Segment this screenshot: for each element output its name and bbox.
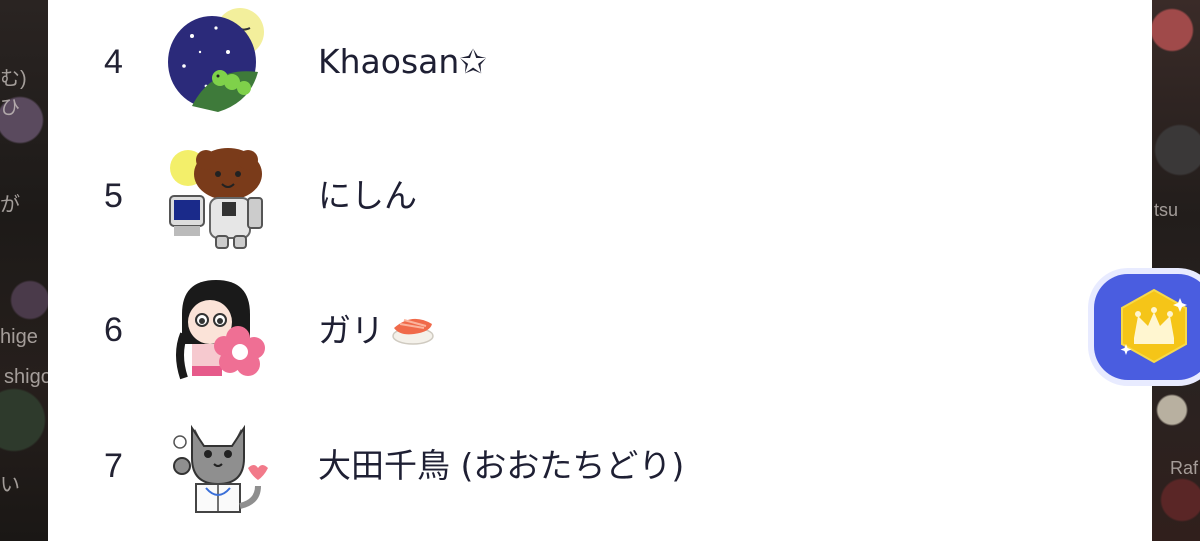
user-name-text: ガリ — [318, 311, 384, 350]
ranking-row[interactable]: 7 大田千鳥 (おおたちどり) — [48, 406, 1152, 526]
background-text: い — [0, 474, 20, 496]
user-avatar[interactable] — [162, 140, 274, 252]
ranking-row[interactable]: 6 ガリ — [48, 270, 1152, 390]
user-avatar[interactable] — [162, 6, 274, 118]
background-text: shigo — [4, 366, 52, 388]
avatar-girl-donut-icon — [176, 280, 265, 380]
ranking-row[interactable]: 4 Khaosan✩ — [48, 0, 1152, 120]
ranking-row[interactable]: 5 にしん — [48, 136, 1152, 256]
rank-number: 6 — [104, 311, 123, 349]
rank-number: 7 — [104, 447, 123, 485]
ranking-panel: 4 Khaosan✩ 5 にしん 6 ガリ 7 大田千鳥 (おおたちどり) — [48, 0, 1152, 541]
user-name: Khaosan✩ — [318, 42, 487, 81]
background-text: tsu — [1154, 200, 1179, 220]
rank-number: 4 — [104, 43, 123, 81]
user-avatar[interactable] — [162, 274, 274, 386]
user-name: にしん — [318, 176, 417, 215]
crown-icon — [1120, 288, 1187, 364]
avatar-night-sky-icon — [168, 8, 264, 112]
background-text: Raf — [1170, 458, 1199, 478]
user-avatar[interactable] — [162, 410, 274, 522]
avatar-cat-doctor-icon — [173, 424, 268, 513]
background-text: hige — [0, 326, 38, 348]
crown-ranking-button[interactable] — [1088, 268, 1200, 386]
background-text: む) ひ — [0, 68, 27, 119]
avatar-dog-astronaut-icon — [169, 148, 263, 249]
sushi-icon — [390, 310, 436, 355]
background-text: が — [0, 194, 20, 216]
rank-number: 5 — [104, 177, 123, 215]
background-left-strip: む) ひ が hige shigo い — [0, 0, 52, 541]
crown-badge — [1094, 274, 1200, 380]
user-name: ガリ — [318, 310, 436, 355]
user-name: 大田千鳥 (おおたちどり) — [318, 446, 685, 485]
